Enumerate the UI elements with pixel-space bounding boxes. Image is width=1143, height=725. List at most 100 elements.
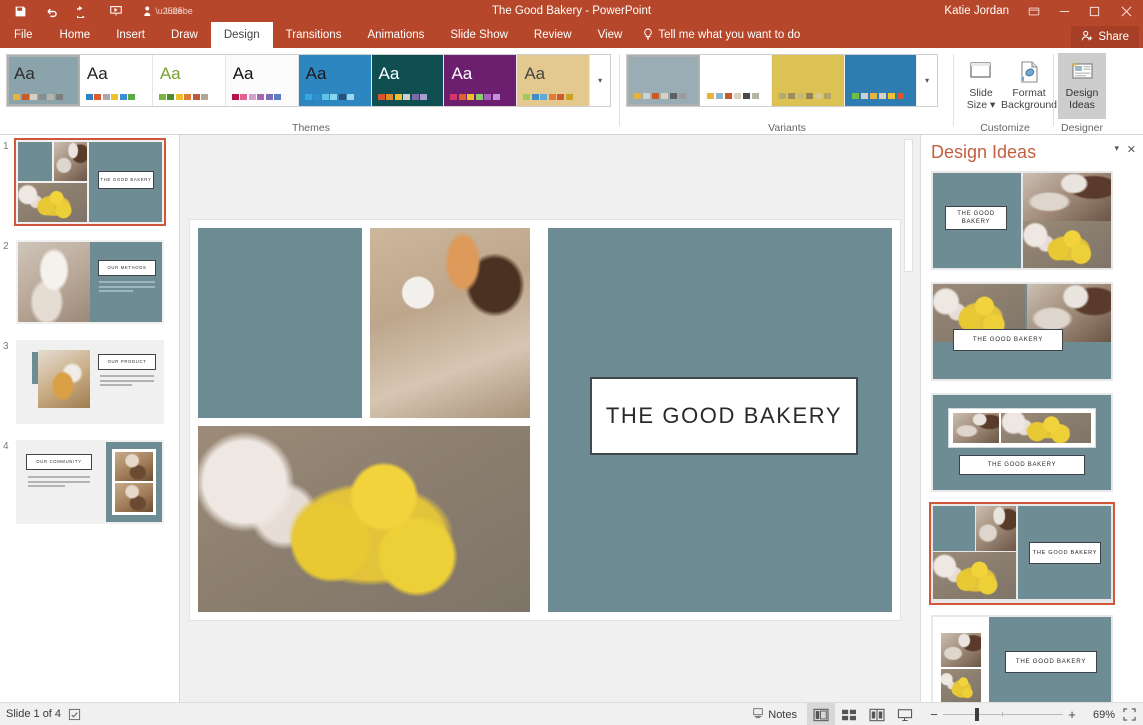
theme-wood-banded[interactable]: Aa <box>517 55 590 106</box>
user-account-name[interactable]: Katie Jordan <box>944 5 1019 17</box>
variant-blue[interactable] <box>845 55 918 106</box>
tab-slide-show[interactable]: Slide Show <box>437 22 521 48</box>
theme-swatch <box>22 94 29 100</box>
theme-swatch <box>386 94 393 100</box>
theme-aa-sample: Aa <box>306 64 327 84</box>
theme-swatch <box>201 94 208 100</box>
theme-aa-sample: Aa <box>524 64 545 84</box>
format-background-label-2: Background <box>1001 99 1057 111</box>
theme-ion-boardroom[interactable]: Aa <box>226 55 299 106</box>
variant-color-swatches <box>852 93 904 99</box>
design-idea-1[interactable]: THE GOOD BAKERY <box>931 171 1113 270</box>
share-button[interactable]: Share <box>1071 26 1139 48</box>
tab-transitions[interactable]: Transitions <box>273 22 355 48</box>
theme-white-basic[interactable]: Aa <box>80 55 153 106</box>
variant-white[interactable] <box>700 55 773 106</box>
ribbon-display-options-icon[interactable] <box>1019 0 1049 22</box>
zoom-in-button[interactable]: + <box>1063 707 1081 722</box>
theme-green-wave[interactable]: Aa <box>153 55 226 106</box>
design-idea-3[interactable]: THE GOOD BAKERY <box>931 393 1113 492</box>
design-idea-2[interactable]: THE GOOD BAKERY <box>931 282 1113 381</box>
thumbnail-number: 1 <box>3 141 9 152</box>
restore-icon[interactable] <box>1079 0 1109 22</box>
slide-thumbnail[interactable]: OUR METHODS <box>16 240 164 324</box>
tab-view[interactable]: View <box>585 22 636 48</box>
theme-aa-sample: Aa <box>87 64 108 84</box>
close-icon[interactable] <box>1109 0 1143 22</box>
window-right-zone: Katie Jordan <box>944 0 1143 22</box>
slide-thumbnail-pane[interactable]: 1 THE GOOD BAKERY 2OUR METHODS3OUR PRODUCT… <box>0 135 180 702</box>
variants-more-caret-icon[interactable]: ▾ <box>917 55 937 106</box>
theme-swatch <box>420 94 427 100</box>
panel-close-icon[interactable]: ✕ <box>1127 143 1136 156</box>
slide-counter[interactable]: Slide 1 of 4 <box>0 708 61 720</box>
idea-photo-macarons <box>1023 221 1111 268</box>
theme-blue-pattern[interactable]: Aa <box>299 55 372 106</box>
theme-aa-sample: Aa <box>14 64 35 84</box>
notes-button[interactable]: Notes <box>742 707 807 722</box>
zoom-percentage[interactable]: 69% <box>1081 709 1115 721</box>
variant-swatch <box>888 93 895 99</box>
zoom-slider[interactable] <box>943 703 1063 725</box>
theme-swatch <box>111 94 118 100</box>
theme-office-slate[interactable]: Aa <box>7 55 80 106</box>
slide-teal-block[interactable] <box>198 228 362 418</box>
design-idea-4[interactable]: THE GOOD BAKERY <box>931 504 1113 603</box>
theme-purple[interactable]: Aa <box>444 55 517 106</box>
slide-sorter-view-button[interactable] <box>835 703 863 725</box>
theme-teal-dark[interactable]: Aa <box>372 55 445 106</box>
fit-slide-icon[interactable] <box>1115 703 1143 725</box>
thumbnail-row[interactable]: 4OUR COMMUNITY <box>0 435 179 535</box>
reading-view-button[interactable] <box>863 703 891 725</box>
slide-photo-macarons[interactable] <box>198 426 530 612</box>
zoom-out-button[interactable]: − <box>925 707 943 722</box>
theme-swatch <box>557 94 564 100</box>
slide-area-scrollbar[interactable] <box>904 139 913 698</box>
theme-aa-sample: Aa <box>379 64 400 84</box>
thumbnail-row[interactable]: 1 THE GOOD BAKERY <box>0 135 179 235</box>
thumbnail-row[interactable]: 2OUR METHODS <box>0 235 179 335</box>
variant-slate[interactable] <box>627 55 700 106</box>
minimize-icon[interactable] <box>1049 0 1079 22</box>
variant-swatch <box>643 93 650 99</box>
idea-title-label: THE GOOD BAKERY <box>953 329 1063 351</box>
variant-gold[interactable] <box>772 55 845 106</box>
normal-view-button[interactable] <box>807 703 835 725</box>
current-slide[interactable]: THE GOOD BAKERY <box>190 220 900 620</box>
tab-draw[interactable]: Draw <box>158 22 211 48</box>
title-bar: \u25be \u25be The Good Bakery - PowerPoi… <box>0 0 1143 22</box>
themes-more-caret-icon[interactable]: ▾ <box>590 55 610 106</box>
slide-photo-bread[interactable] <box>370 228 530 418</box>
slide-size-button[interactable]: Slide Size ▾ <box>958 53 1004 111</box>
zoom-slider-handle[interactable] <box>975 708 979 721</box>
tell-me-search[interactable]: Tell me what you want to do <box>635 22 800 48</box>
variant-swatch <box>815 93 822 99</box>
thumbnail-row[interactable]: 3OUR PRODUCT <box>0 335 179 435</box>
ribbon-body: AaAaAaAaAaAaAaAa▾ Themes ▾ Variants Slid… <box>0 48 1143 135</box>
tab-insert[interactable]: Insert <box>103 22 158 48</box>
tab-review[interactable]: Review <box>521 22 585 48</box>
panel-options-caret-icon[interactable]: ▾ <box>1114 143 1119 154</box>
tab-home[interactable]: Home <box>47 22 104 48</box>
tab-animations[interactable]: Animations <box>354 22 437 48</box>
theme-swatch <box>39 94 46 100</box>
variant-swatch <box>788 93 795 99</box>
themes-gallery: AaAaAaAaAaAaAaAa▾ <box>6 54 611 107</box>
design-idea-5[interactable]: THE GOOD BAKERY <box>931 615 1113 702</box>
tab-file[interactable]: File <box>0 22 47 48</box>
scrollbar-thumb[interactable] <box>904 139 913 272</box>
slide-thumbnail[interactable]: OUR PRODUCT <box>16 340 164 424</box>
slide-title-placeholder[interactable]: THE GOOD BAKERY <box>590 377 858 455</box>
slide-thumbnail[interactable]: OUR COMMUNITY <box>16 440 164 524</box>
theme-swatch <box>232 94 239 100</box>
variant-swatch <box>661 93 668 99</box>
design-ideas-list[interactable]: THE GOOD BAKERY THE GOOD BAKERY THE GOOD B… <box>921 171 1143 702</box>
customize-group-label: Customize <box>958 122 1052 134</box>
slide-thumbnail[interactable]: THE GOOD BAKERY <box>16 140 164 224</box>
accessibility-check-icon[interactable] <box>61 703 87 725</box>
slide-show-button[interactable] <box>891 703 919 725</box>
format-background-button[interactable]: Format Background <box>1004 53 1054 111</box>
design-ideas-button[interactable]: Design Ideas <box>1058 53 1106 119</box>
tab-design[interactable]: Design <box>211 22 273 48</box>
theme-swatch <box>30 94 37 100</box>
